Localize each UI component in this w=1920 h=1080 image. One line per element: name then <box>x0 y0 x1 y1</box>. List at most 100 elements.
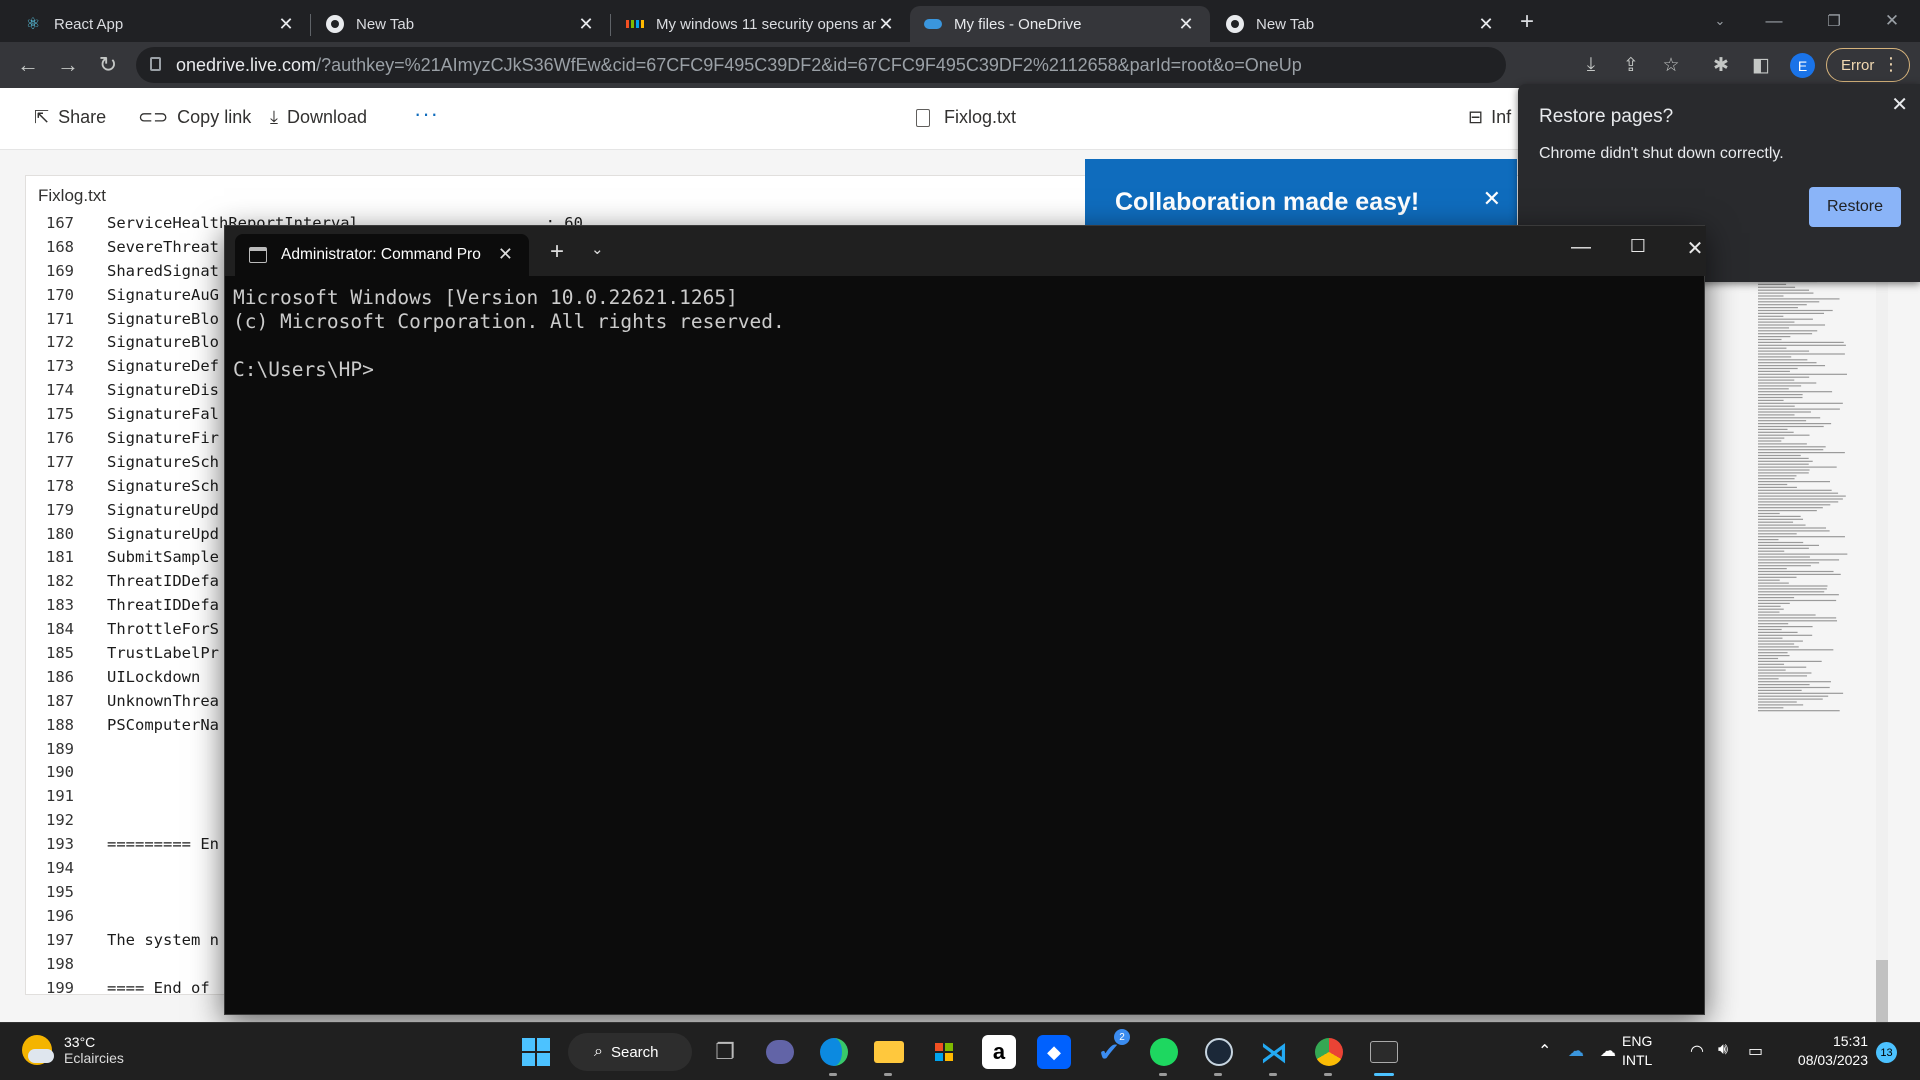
amazon-icon[interactable]: a <box>982 1035 1016 1069</box>
close-icon[interactable]: ✕ <box>276 14 296 35</box>
onedrive-tray-icon[interactable]: ☁ <box>1568 1041 1584 1061</box>
minimap-line <box>1758 570 1834 573</box>
tab-search-button[interactable]: ⌄ <box>1692 0 1748 42</box>
restore-button[interactable]: Restore <box>1809 187 1901 227</box>
minimap-line <box>1758 359 1808 361</box>
bookmark-star-icon[interactable]: ☆ <box>1658 52 1684 78</box>
profile-avatar[interactable]: E <box>1790 53 1815 78</box>
minimap-line <box>1758 527 1827 529</box>
minimap-line <box>1758 295 1784 297</box>
weather-widget[interactable]: 33°C Eclaircies <box>22 1034 124 1066</box>
close-icon[interactable]: ✕ <box>1483 186 1501 212</box>
line-number: 191 <box>46 787 74 806</box>
tab-new-tab-2[interactable]: New Tab ✕ <box>1212 6 1510 42</box>
maximize-button[interactable]: ☐ <box>1618 236 1658 257</box>
minimap-line <box>1758 318 1813 320</box>
restore-window-button[interactable]: ❐ <box>1806 0 1862 42</box>
task-view-icon[interactable]: ❐ <box>708 1035 742 1069</box>
start-button[interactable] <box>519 1035 553 1069</box>
battery-icon[interactable]: ▭ <box>1748 1041 1763 1061</box>
minimap-line <box>1758 631 1798 633</box>
close-icon[interactable]: ✕ <box>876 14 896 35</box>
more-options-button[interactable]: ··· <box>414 101 439 127</box>
chevron-up-icon[interactable]: ⌃ <box>1538 1041 1551 1061</box>
minimap-line <box>1758 362 1817 364</box>
notification-badge[interactable]: 13 <box>1876 1042 1897 1063</box>
lock-icon[interactable] <box>150 57 161 71</box>
minimap-line <box>1758 539 1779 541</box>
minimap-line <box>1758 417 1821 419</box>
minimap-line <box>1758 446 1826 448</box>
line-text: SignatureSch <box>107 452 219 471</box>
install-icon[interactable]: ⤓ <box>1578 52 1604 78</box>
line-number: 182 <box>46 572 74 591</box>
share-button[interactable]: ⇱ Share <box>34 107 106 128</box>
share-icon[interactable]: ⇪ <box>1618 52 1644 78</box>
onedrive-personal-tray-icon[interactable]: ☁ <box>1600 1041 1616 1061</box>
file-explorer-icon[interactable] <box>872 1035 906 1069</box>
tab-windows-security[interactable]: My windows 11 security opens an ✕ <box>612 6 910 42</box>
minimap-line <box>1758 614 1816 616</box>
minimap-line <box>1758 689 1802 691</box>
edge-icon[interactable] <box>817 1035 851 1069</box>
minimap-line <box>1758 504 1831 506</box>
close-icon[interactable]: ✕ <box>1891 92 1908 117</box>
microsoft-store-icon[interactable] <box>927 1035 961 1069</box>
running-indicator <box>884 1073 892 1076</box>
terminal-taskbar-icon[interactable] <box>1367 1035 1401 1069</box>
line-text: SignatureDef <box>107 357 219 376</box>
running-indicator <box>1269 1073 1277 1076</box>
error-button[interactable]: Error ⋮ <box>1826 48 1910 82</box>
language-indicator[interactable]: ENG INTL <box>1622 1032 1652 1070</box>
close-icon[interactable]: ✕ <box>576 14 596 35</box>
steam-icon[interactable] <box>1202 1035 1236 1069</box>
vscode-icon[interactable]: ⋊ <box>1257 1035 1291 1069</box>
forward-button[interactable]: → <box>54 51 82 79</box>
line-text: SignatureUpd <box>107 524 219 543</box>
kebab-menu-icon[interactable]: ⋮ <box>1882 54 1900 75</box>
taskbar-search[interactable]: ⌕ Search <box>568 1033 692 1071</box>
terminal-titlebar[interactable]: Administrator: Command Pro ✕ + ⌄ — ☐ ✕ <box>225 226 1706 276</box>
extensions-puzzle-icon[interactable]: ✱ <box>1708 52 1734 78</box>
minimap-line <box>1758 550 1785 552</box>
terminal-window[interactable]: Administrator: Command Pro ✕ + ⌄ — ☐ ✕ M… <box>224 225 1706 1015</box>
terminal-output[interactable]: Microsoft Windows [Version 10.0.22621.12… <box>233 286 785 382</box>
date: 08/03/2023 <box>1797 1052 1868 1068</box>
copy-link-button[interactable]: ⊂⊃ Copy link <box>138 107 251 128</box>
minimize-button[interactable]: — <box>1561 236 1601 259</box>
address-bar[interactable]: onedrive.live.com/?authkey=%21AImyzCJkS3… <box>136 47 1506 83</box>
close-window-button[interactable]: ✕ <box>1864 0 1920 42</box>
file-minimap[interactable] <box>1758 278 1878 718</box>
info-button[interactable]: ⊟ Inf <box>1468 107 1511 128</box>
new-tab-button[interactable]: + <box>1520 8 1534 36</box>
running-indicator <box>1324 1073 1332 1076</box>
close-icon[interactable]: ✕ <box>1476 14 1496 35</box>
close-icon[interactable]: ✕ <box>1176 14 1196 35</box>
minimize-button[interactable]: — <box>1746 0 1802 42</box>
scrollbar[interactable] <box>1876 260 1888 1075</box>
volume-icon[interactable]: 🔊︎ <box>1718 1041 1728 1059</box>
spotify-icon[interactable] <box>1147 1035 1181 1069</box>
new-tab-button[interactable]: + <box>550 238 564 266</box>
close-window-button[interactable]: ✕ <box>1675 236 1715 261</box>
clock[interactable]: 15:31 08/03/2023 <box>1788 1032 1868 1070</box>
minimap-line <box>1758 573 1841 575</box>
minimap-line <box>1758 579 1780 581</box>
side-panel-icon[interactable]: ◧ <box>1748 52 1774 78</box>
teams-chat-icon[interactable] <box>763 1035 797 1069</box>
tab-new-tab[interactable]: New Tab ✕ <box>312 6 610 42</box>
minimap-line <box>1758 347 1787 349</box>
tab-react-app[interactable]: ⚛ React App ✕ <box>10 6 310 42</box>
tab-onedrive[interactable]: My files - OneDrive ✕ <box>910 6 1210 42</box>
download-button[interactable]: ⤓ Download <box>270 107 367 128</box>
reload-button[interactable]: ↻ <box>94 51 122 79</box>
terminal-tab[interactable]: Administrator: Command Pro ✕ <box>235 234 529 276</box>
back-button[interactable]: ← <box>14 51 42 79</box>
chevron-down-icon[interactable]: ⌄ <box>591 240 604 258</box>
dropbox-icon[interactable]: ◆ <box>1037 1035 1071 1069</box>
close-icon[interactable]: ✕ <box>498 244 513 265</box>
wifi-icon[interactable]: ◠ <box>1690 1041 1704 1061</box>
todo-icon[interactable]: ✔ 2 <box>1092 1029 1130 1069</box>
minimap-line <box>1758 286 1796 288</box>
chrome-taskbar-icon[interactable] <box>1312 1035 1346 1069</box>
